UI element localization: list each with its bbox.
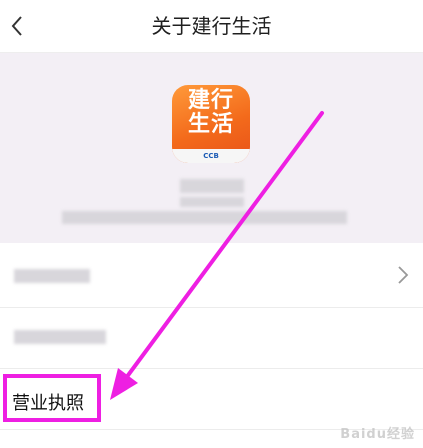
app-name-redacted — [180, 179, 244, 193]
highlight-box — [3, 374, 101, 422]
logo-brand: CCB — [203, 152, 219, 160]
row-label-redacted — [14, 330, 106, 344]
row-label-redacted — [14, 269, 90, 283]
watermark: Baidu经验 — [340, 427, 415, 442]
app-version-redacted — [180, 197, 244, 207]
list-item[interactable] — [0, 308, 423, 369]
list-item[interactable] — [0, 243, 423, 308]
logo-text: 建行 生活 — [187, 88, 234, 137]
app-logo: 建行 生活 CCB — [172, 85, 250, 163]
page-title: 关于建行生活 — [151, 14, 272, 38]
app-description-redacted — [62, 211, 347, 224]
navigation-bar: 关于建行生活 — [0, 0, 423, 53]
chevron-right-icon — [398, 266, 409, 284]
